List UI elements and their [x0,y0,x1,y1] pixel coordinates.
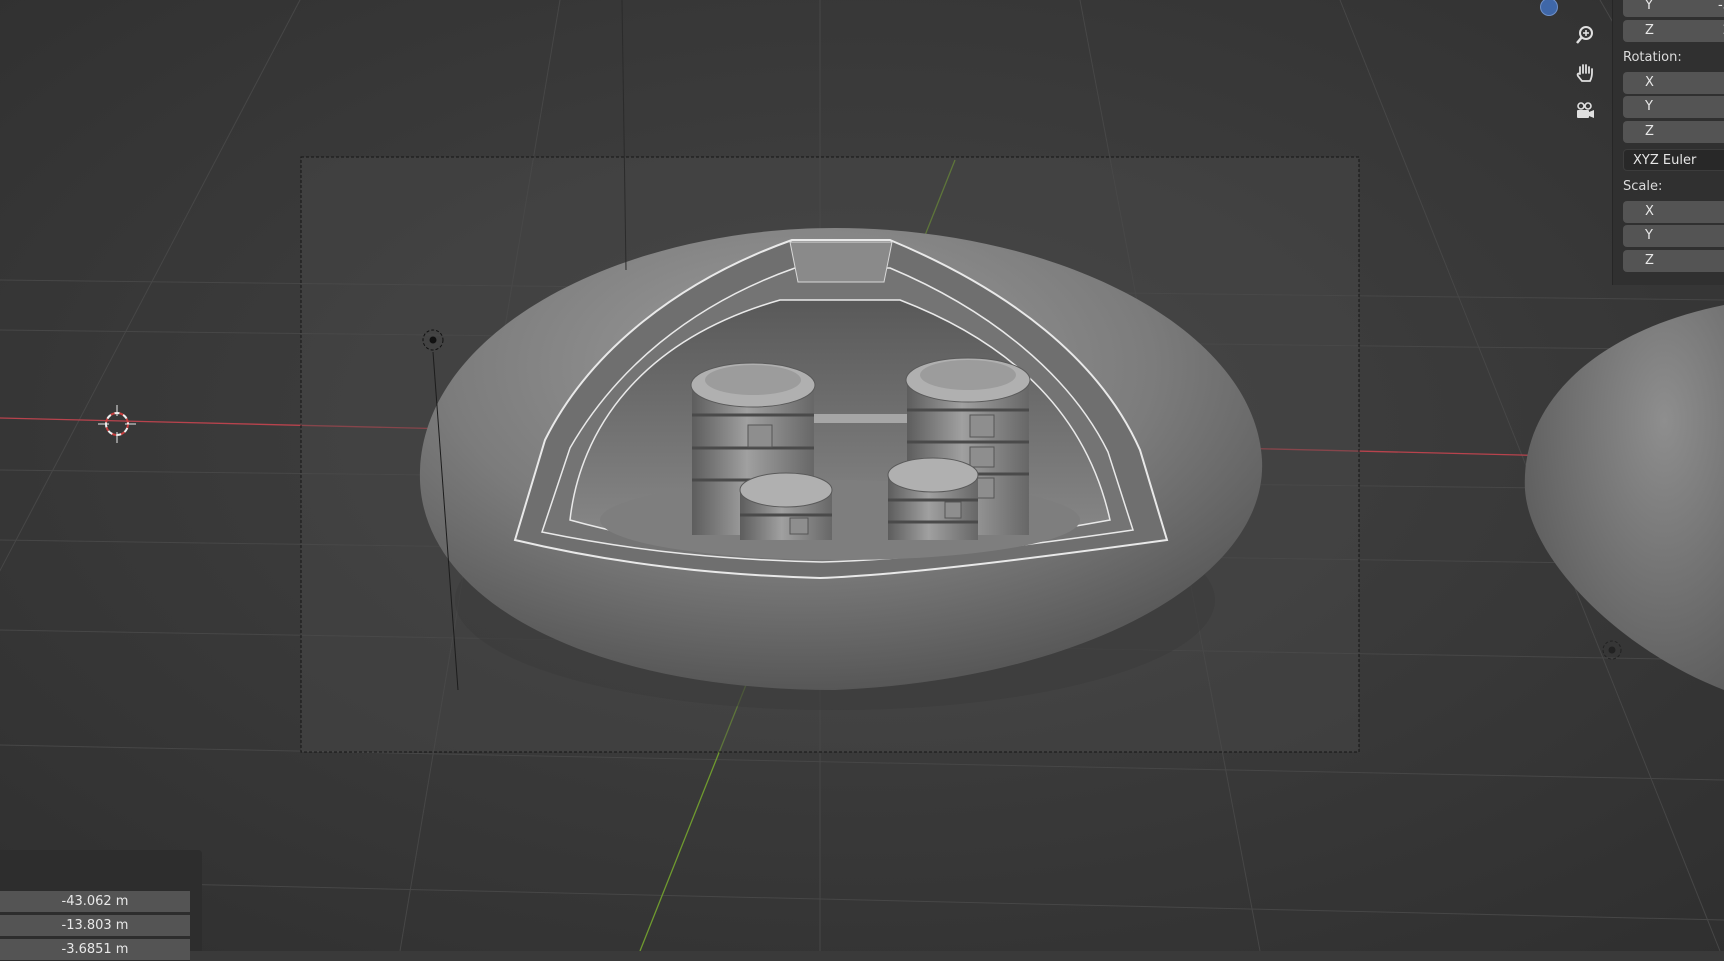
top-hatch [789,241,893,283]
rotation-x-label: X [1645,75,1654,90]
scale-y-field[interactable]: Y [1623,225,1724,247]
cylinder-stack-small-left [739,472,833,540]
location-y-label: Y [1645,0,1653,13]
scale-z-field[interactable]: Z [1623,250,1724,272]
connector-pipe [810,414,910,423]
rotation-z-field[interactable]: Z [1623,121,1724,143]
operation-value-z-field[interactable]: -3.6851 m [0,939,190,961]
properties-sidebar: Y -3 Z 2 Rotation: X Y Z XYZ Euler Scale… [1612,0,1724,285]
rotation-label: Rotation: [1623,50,1682,65]
operation-value-y-field[interactable]: -13.803 m [0,915,190,937]
rotation-z-label: Z [1645,124,1654,139]
rotation-y-label: Y [1645,99,1653,114]
adjust-last-operation-panel: -43.062 m -13.803 m -3.6851 m [0,850,202,961]
scale-y-label: Y [1645,228,1653,243]
zoom-icon[interactable] [1570,20,1600,50]
scale-x-field[interactable]: X [1623,201,1724,223]
location-y-field[interactable]: Y -3 [1623,0,1724,17]
rotation-x-field[interactable]: X [1623,72,1724,94]
cylinder-stack-small-right [887,457,979,540]
pan-hand-icon[interactable] [1570,58,1600,88]
scale-label: Scale: [1623,179,1663,194]
scale-x-label: X [1645,204,1654,219]
location-z-label: Z [1645,23,1654,38]
location-y-value: -3 [1718,0,1724,13]
rotation-mode-dropdown[interactable]: XYZ Euler [1623,149,1724,171]
location-z-field[interactable]: Z 2 [1623,20,1724,42]
scale-z-label: Z [1645,253,1654,268]
camera-view-icon[interactable] [1570,96,1600,126]
rotation-y-field[interactable]: Y [1623,96,1724,118]
operation-value-x-field[interactable]: -43.062 m [0,891,190,913]
viewport-canvas[interactable] [0,0,1724,951]
3d-viewport[interactable] [0,0,1724,951]
